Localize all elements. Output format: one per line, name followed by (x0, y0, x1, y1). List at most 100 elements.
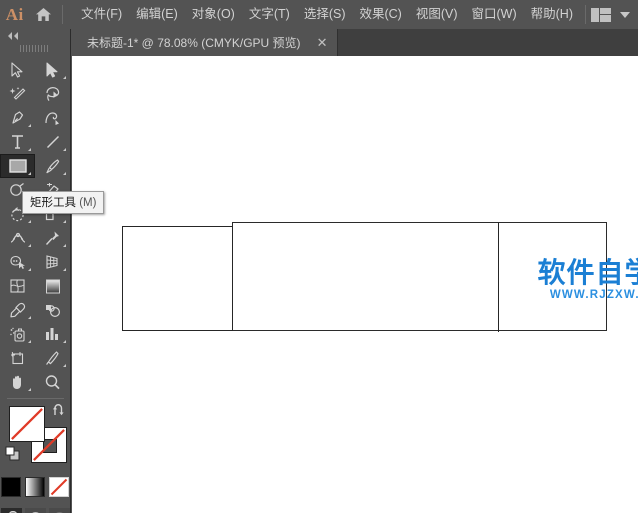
free-transform-tool[interactable] (35, 226, 70, 250)
tooltip-shortcut: (M) (79, 197, 97, 209)
tool-row (0, 58, 70, 82)
magic-wand-tool[interactable] (0, 82, 35, 106)
type-tool[interactable] (0, 130, 35, 154)
tool-row (0, 370, 70, 394)
menu-item-type[interactable]: 文字(T) (242, 4, 297, 25)
workspace-layout-icon[interactable] (591, 7, 611, 22)
artboard-canvas[interactable]: 软件自学网 WWW.RJZXW.COM (72, 56, 638, 513)
mesh-tool[interactable] (0, 274, 35, 298)
rectangle-small[interactable] (122, 226, 233, 331)
menu-bar: Ai 文件(F) 编辑(E) 对象(O) 文字(T) 选择(S) 效果(C) 视… (0, 0, 638, 29)
panel-drag-grip[interactable] (0, 42, 70, 55)
tool-row (0, 322, 70, 346)
flyout-indicator (63, 172, 66, 175)
column-graph-tool[interactable] (35, 322, 70, 346)
menubar-right-divider (585, 5, 586, 24)
tool-grid (0, 58, 70, 394)
grip-dots (20, 45, 50, 52)
normal-screen-mode-button[interactable] (0, 508, 22, 513)
zoom-tool[interactable] (35, 370, 70, 394)
flyout-indicator (28, 172, 31, 175)
flyout-indicator (63, 148, 66, 151)
blend-tool[interactable] (35, 298, 70, 322)
rectangle-tool[interactable] (0, 154, 35, 178)
flyout-indicator (28, 316, 31, 319)
tool-row (0, 82, 70, 106)
flyout-indicator (63, 244, 66, 247)
tool-row (0, 106, 70, 130)
screen-mode-buttons (0, 508, 70, 513)
menu-item-window[interactable]: 窗口(W) (465, 4, 524, 25)
pen-tool[interactable] (0, 106, 35, 130)
flyout-indicator (28, 148, 31, 151)
tool-row (0, 274, 70, 298)
tool-row (0, 346, 70, 370)
menu-item-file[interactable]: 文件(F) (74, 4, 129, 25)
direct-selection-tool[interactable] (35, 58, 70, 82)
fill-stroke-controls (0, 403, 71, 473)
flyout-indicator (63, 268, 66, 271)
symbol-sprayer-tool[interactable] (0, 322, 35, 346)
tooltip: 矩形工具 (M) (22, 191, 105, 214)
hand-tool[interactable] (0, 370, 35, 394)
tool-row (0, 226, 70, 250)
line-segment-tool[interactable] (35, 130, 70, 154)
menu-item-help[interactable]: 帮助(H) (524, 4, 580, 25)
chevron-down-icon[interactable] (620, 6, 630, 24)
swap-fill-stroke-icon[interactable] (52, 404, 66, 422)
document-tab-bar: 未标题-1* @ 78.08% (CMYK/GPU 预览) ✕ (75, 29, 638, 56)
tool-row (0, 298, 70, 322)
flyout-indicator (63, 76, 66, 79)
menu-item-edit[interactable]: 编辑(E) (129, 4, 185, 25)
tooltip-label: 矩形工具 (30, 197, 76, 209)
menubar-right-controls (580, 5, 638, 24)
menubar-divider (62, 5, 64, 24)
artboard-tool[interactable] (0, 346, 35, 370)
fill-swatch[interactable] (9, 406, 45, 442)
tool-row (0, 130, 70, 154)
tool-row (0, 250, 70, 274)
slice-tool[interactable] (35, 346, 70, 370)
tools-panel (0, 29, 71, 513)
eyedropper-tool[interactable] (0, 298, 35, 322)
ai-logo: Ai (5, 4, 24, 24)
rectangle-divider-line (498, 222, 499, 332)
gradient-fill-button[interactable] (25, 477, 45, 497)
none-slash-icon (50, 478, 68, 496)
flyout-indicator (28, 388, 31, 391)
flyout-indicator (63, 220, 66, 223)
rectangle-large[interactable] (232, 222, 607, 331)
tool-row (0, 154, 70, 178)
selection-tool[interactable] (0, 58, 35, 82)
flyout-indicator (28, 268, 31, 271)
fill-none-slash-icon (11, 408, 43, 440)
default-fill-stroke-icon[interactable] (5, 446, 21, 467)
menu-item-object[interactable]: 对象(O) (185, 4, 242, 25)
flyout-indicator (28, 124, 31, 127)
paintbrush-tool[interactable] (35, 154, 70, 178)
fullscreen-mode-button[interactable] (48, 508, 70, 513)
flyout-indicator (28, 220, 31, 223)
home-icon[interactable] (30, 0, 58, 29)
curvature-tool[interactable] (35, 106, 70, 130)
menu-item-view[interactable]: 视图(V) (409, 4, 465, 25)
flyout-indicator (28, 244, 31, 247)
fullscreen-menubar-mode-button[interactable] (24, 508, 46, 513)
lasso-tool[interactable] (35, 82, 70, 106)
color-fill-button[interactable] (1, 477, 21, 497)
flyout-indicator (63, 340, 66, 343)
gradient-tool[interactable] (35, 274, 70, 298)
double-chevron-left-icon[interactable] (0, 29, 70, 42)
shape-builder-tool[interactable] (0, 250, 35, 274)
flyout-indicator (63, 364, 66, 367)
width-tool[interactable] (0, 226, 35, 250)
fill-mode-buttons (0, 477, 70, 497)
document-tab[interactable]: 未标题-1* @ 78.08% (CMYK/GPU 预览) ✕ (75, 29, 339, 56)
document-tab-title: 未标题-1* @ 78.08% (CMYK/GPU 预览) (87, 36, 301, 50)
close-icon[interactable]: ✕ (317, 36, 328, 49)
menu-item-select[interactable]: 选择(S) (297, 4, 353, 25)
perspective-grid-tool[interactable] (35, 250, 70, 274)
menu-items: 文件(F) 编辑(E) 对象(O) 文字(T) 选择(S) 效果(C) 视图(V… (74, 4, 580, 25)
menu-item-effect[interactable]: 效果(C) (352, 4, 408, 25)
none-fill-button[interactable] (49, 477, 69, 497)
